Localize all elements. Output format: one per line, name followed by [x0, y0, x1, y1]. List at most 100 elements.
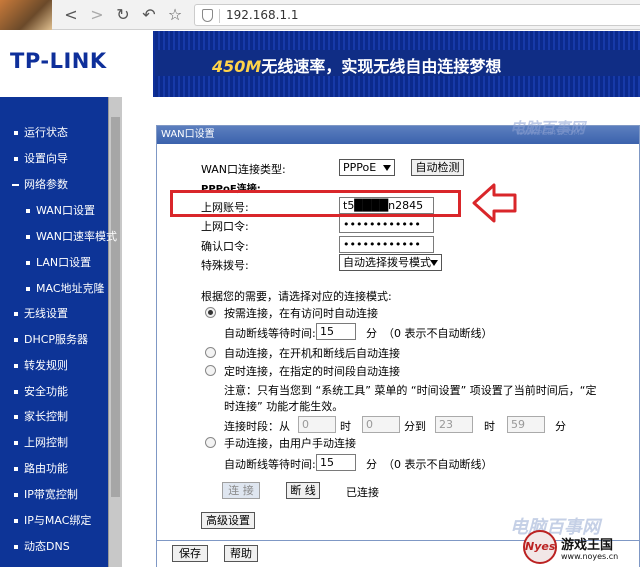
sidebar-item-ip-mac-binding[interactable]: IP与MAC绑定: [14, 511, 91, 531]
idle-time-input[interactable]: 15: [316, 323, 356, 340]
mode-manual-radio[interactable]: [205, 437, 216, 448]
timed-note-line1: 注意：只有当您到 “系统工具” 菜单的 “时间设置” 项设置了当前时间后，“定: [224, 384, 597, 397]
help-button[interactable]: 帮助: [224, 545, 258, 562]
connect-button[interactable]: 连 接: [222, 482, 260, 499]
mode-auto-radio[interactable]: [205, 347, 216, 358]
sidebar-item-label: 家长控制: [24, 410, 68, 423]
bullet-icon: [14, 364, 18, 368]
profile-thumbnail[interactable]: [0, 0, 52, 30]
advanced-settings-button[interactable]: 高级设置: [201, 512, 255, 529]
sidebar-item-label: 无线设置: [24, 307, 68, 320]
sidebar-item-label: 网络参数: [24, 178, 68, 191]
mode-auto-label: 自动连接，在开机和断线后自动连接: [224, 347, 400, 360]
watermark-top-url: WWW.PC841.COM: [516, 129, 580, 137]
forward-icon[interactable]: >: [86, 4, 108, 26]
sidebar-item-dhcp[interactable]: DHCP服务器: [14, 330, 88, 350]
period-to-label: 分到: [404, 420, 426, 433]
mode-timed-label: 定时连接，在指定的时间段自动连接: [224, 365, 400, 378]
sidebar-item-label: 动态DNS: [24, 540, 70, 553]
disconnect-button[interactable]: 断 线: [286, 482, 320, 499]
sidebar-item-mac-clone[interactable]: MAC地址克隆: [26, 279, 105, 299]
period-from-minute-input[interactable]: 0: [362, 416, 400, 433]
sidebar-item-security[interactable]: 安全功能: [14, 382, 68, 402]
sidebar-item-status[interactable]: 运行状态: [14, 123, 68, 143]
sidebar-scrollbar[interactable]: [108, 97, 122, 567]
bullet-icon: [14, 441, 18, 445]
sidebar-item-label: 安全功能: [24, 385, 68, 398]
sidebar-item-routing[interactable]: 路由功能: [14, 459, 68, 479]
watermark-top: 电脑百事网 WWW.PC841.COM: [470, 103, 630, 143]
sidebar-item-bandwidth[interactable]: IP带宽控制: [14, 485, 78, 505]
slogan-speed: 450M: [212, 57, 262, 76]
mode-timed-radio[interactable]: [205, 365, 216, 376]
sidebar-item-wireless[interactable]: 无线设置: [14, 304, 68, 324]
sidebar-item-access-control[interactable]: 上网控制: [14, 433, 68, 453]
sidebar-item-parental[interactable]: 家长控制: [14, 407, 68, 427]
star-icon[interactable]: ☆: [164, 4, 186, 26]
manual-idle-hint: （0 表示不自动断线）: [383, 458, 493, 471]
timed-note-line2: 时连接” 功能才能生效。: [224, 400, 344, 413]
pointer-arrow-icon: [472, 183, 517, 223]
sidebar-item-label: IP带宽控制: [24, 488, 78, 501]
confirm-password-label: 确认口令:: [201, 240, 249, 253]
bullet-icon: [26, 209, 30, 213]
sidebar-item-ddns[interactable]: 动态DNS: [14, 537, 70, 557]
bullet-icon: [14, 545, 18, 549]
dropdown-arrow-icon: [430, 260, 438, 266]
bullet-icon: [26, 287, 30, 291]
bullet-icon: [26, 261, 30, 265]
bullet-icon: [14, 415, 18, 419]
manual-idle-unit: 分: [366, 458, 377, 471]
idle-time-unit: 分: [366, 327, 377, 340]
mode-manual-label: 手动连接，由用户手动连接: [224, 437, 356, 450]
special-dial-label: 特殊拨号:: [201, 259, 249, 272]
sidebar-item-lan[interactable]: LAN口设置: [26, 253, 91, 273]
period-from-hour-input[interactable]: 0: [298, 416, 336, 433]
special-dial-value: 自动选择拨号模式: [343, 256, 431, 269]
address-bar[interactable]: 192.168.1.1: [194, 4, 640, 26]
period-to-hour-input[interactable]: 23: [435, 416, 473, 433]
bullet-icon: [14, 157, 18, 161]
idle-time-label: 自动断线等待时间:: [224, 327, 316, 340]
sidebar-item-label: IP与MAC绑定: [24, 514, 92, 527]
period-to-minute-input[interactable]: 59: [507, 416, 545, 433]
bullet-icon: [14, 493, 18, 497]
sidebar-item-label: 路由功能: [24, 462, 68, 475]
logo-area: TP-LINK: [0, 31, 155, 97]
auto-detect-button[interactable]: 自动检测: [411, 159, 464, 176]
sidebar-item-network[interactable]: 网络参数: [12, 175, 68, 195]
sidebar-item-label: 转发规则: [24, 359, 68, 372]
bullet-icon: [14, 390, 18, 394]
mode-on-demand-radio[interactable]: [205, 307, 216, 318]
undo-icon[interactable]: ↶: [138, 4, 160, 26]
sidebar-item-label: WAN口速率模式: [36, 230, 118, 243]
bullet-icon: [26, 235, 30, 239]
url-text[interactable]: 192.168.1.1: [226, 8, 299, 22]
save-button[interactable]: 保存: [172, 545, 208, 562]
special-dial-select[interactable]: 自动选择拨号模式: [339, 254, 442, 271]
sidebar-item-label: WAN口设置: [36, 204, 96, 217]
sidebar-item-label: DHCP服务器: [24, 333, 89, 346]
confirm-password-input[interactable]: ••••••••••••: [339, 236, 434, 253]
period-minute-unit: 分: [555, 420, 566, 433]
period-hour-unit-1: 时: [340, 420, 351, 433]
back-icon[interactable]: <: [60, 4, 82, 26]
scrollbar-thumb[interactable]: [111, 117, 120, 497]
bullet-icon: [14, 467, 18, 471]
mode-intro: 根据您的需要，请选择对应的连接模式:: [201, 290, 392, 303]
slogan-text: 无线速率，实现无线自由连接梦想: [261, 57, 502, 76]
sidebar-item-label: MAC地址克隆: [36, 282, 105, 295]
sidebar-item-wan-speed[interactable]: WAN口速率模式: [26, 227, 117, 247]
password-input[interactable]: ••••••••••••: [339, 216, 434, 233]
conn-type-select[interactable]: PPPoE: [339, 159, 395, 176]
conn-type-label: WAN口连接类型:: [201, 163, 286, 176]
bullet-icon: [14, 131, 18, 135]
manual-idle-input[interactable]: 15: [316, 454, 356, 471]
conn-type-value: PPPoE: [343, 161, 377, 174]
sidebar-item-wan[interactable]: WAN口设置: [26, 201, 95, 221]
reload-icon[interactable]: ↻: [112, 4, 134, 26]
address-separator: [219, 9, 220, 23]
sidebar-item-label: LAN口设置: [36, 256, 92, 269]
sidebar-item-forwarding[interactable]: 转发规则: [14, 356, 68, 376]
sidebar-item-wizard[interactable]: 设置向导: [14, 149, 68, 169]
